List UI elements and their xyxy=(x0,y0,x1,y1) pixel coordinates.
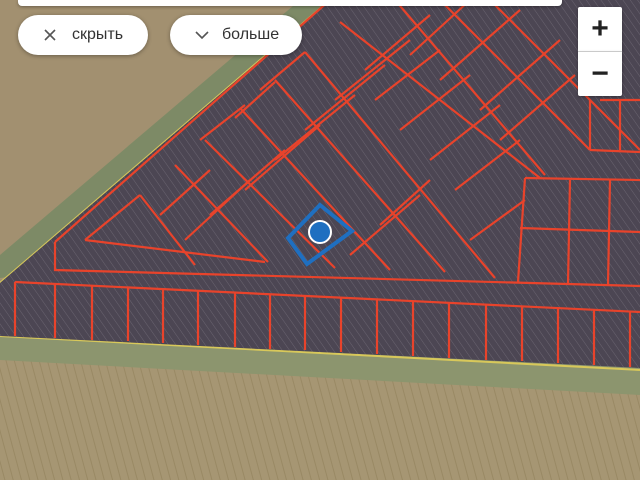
zoom-out-button[interactable]: − xyxy=(578,52,622,96)
close-icon xyxy=(42,27,58,43)
satellite-map[interactable] xyxy=(0,0,640,480)
location-marker[interactable] xyxy=(308,220,332,244)
zoom-in-label: + xyxy=(591,12,609,45)
zoom-in-button[interactable]: + xyxy=(578,7,622,51)
chevron-down-icon xyxy=(194,27,210,43)
search-panel-edge xyxy=(18,0,562,6)
hide-label: скрыть xyxy=(72,26,124,43)
hide-button[interactable]: скрыть xyxy=(18,15,148,55)
more-label: больше xyxy=(222,26,280,43)
more-button[interactable]: больше xyxy=(170,15,302,55)
zoom-out-label: − xyxy=(591,57,609,90)
